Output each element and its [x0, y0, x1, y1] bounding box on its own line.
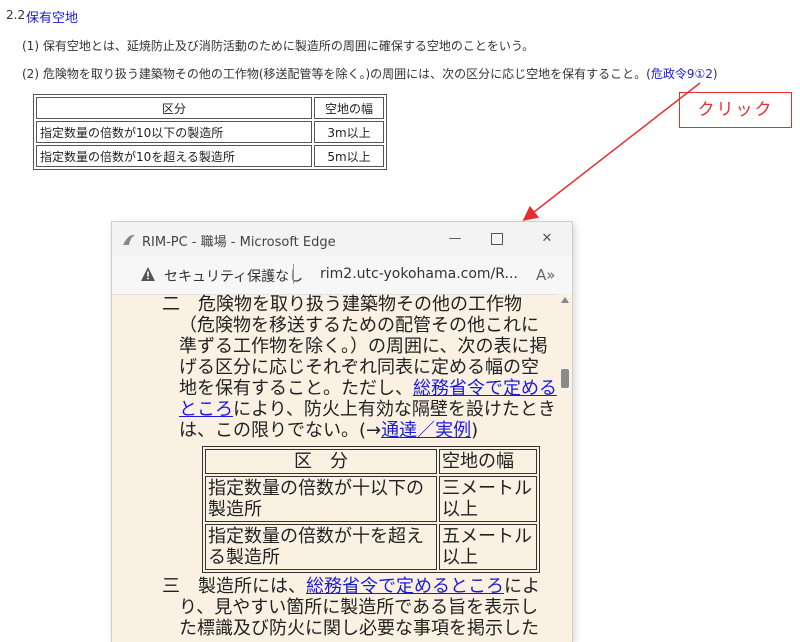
ministerial-ordinance-link[interactable]: 総務省令で定めるところ [306, 576, 504, 597]
item2-line: は、この限りでない。(→通達／実例) [179, 420, 478, 441]
table-cell: 指定数量の倍数が十以下の製造所 [205, 476, 437, 522]
warning-icon[interactable] [140, 266, 156, 282]
content-scrollbar[interactable] [558, 294, 572, 642]
window-title: RIM-PC - 職場 - Microsoft Edge [142, 235, 336, 250]
ministerial-ordinance-link[interactable]: 総務省令で定める [413, 378, 557, 399]
item2-text: により、防火上有効な隔壁を設けたとき [233, 399, 556, 420]
read-aloud-icon[interactable]: A» [536, 266, 555, 284]
maximize-button[interactable] [486, 228, 508, 250]
item3-text: 三 製造所には、 [162, 576, 306, 597]
table-row: 指定数量の倍数が十を超える製造所 五メートル以上 [205, 524, 537, 570]
item2-line: 二 危険物を取り扱う建築物その他の工作物 [162, 294, 522, 315]
table-cell-text: 五メートル以上 [442, 526, 532, 568]
minimize-button[interactable]: — [444, 228, 466, 250]
address-bar: セキュリティ保護なし rim2.utc-yokohama.com/R... A» [112, 256, 572, 295]
item2-line: ところにより、防火上有効な隔壁を設けたとき [179, 399, 556, 420]
table-cell: 三メートル以上 [439, 476, 537, 522]
address-separator [293, 264, 294, 284]
url-field[interactable]: rim2.utc-yokohama.com/R... [320, 266, 518, 282]
table-cell: 指定数量の倍数が十を超える製造所 [205, 524, 437, 570]
item3-line: り、見やすい箇所に製造所である旨を表示し [179, 597, 539, 618]
item2-text: は、この限りでない。(→ [179, 420, 382, 441]
security-status[interactable]: セキュリティ保護なし [164, 266, 303, 286]
table-header-cell: 空地の幅 [439, 449, 537, 474]
edge-app-icon [123, 234, 135, 245]
table-cell-text: 指定数量の倍数が十以下の製造所 [208, 478, 424, 520]
table-header-cell: 区 分 [205, 449, 437, 474]
scroll-up-arrow-icon[interactable] [561, 297, 569, 303]
browser-popup-window: RIM-PC - 職場 - Microsoft Edge — ✕ セキュリティ保… [112, 222, 572, 642]
scroll-thumb[interactable] [561, 369, 569, 388]
item2-text: 地を保有すること。ただし、 [179, 378, 413, 399]
maximize-icon [491, 232, 503, 245]
item3-text: によ [504, 576, 540, 597]
item3-line: 三 製造所には、総務省令で定めるところによ [162, 576, 540, 597]
law-text-content: 二 危険物を取り扱う建築物その他の工作物 （危険物を移送するための配管その他これ… [112, 294, 558, 642]
law-clearance-table: 区 分 空地の幅 指定数量の倍数が十以下の製造所 三メートル以上 指定数量の倍数… [202, 446, 540, 573]
ministerial-ordinance-link[interactable]: ところ [179, 399, 233, 420]
table-header-row: 区 分 空地の幅 [205, 449, 537, 474]
close-button[interactable]: ✕ [536, 228, 558, 250]
window-titlebar: RIM-PC - 職場 - Microsoft Edge — ✕ [112, 222, 572, 256]
table-cell-text: 指定数量の倍数が十を超える製造所 [208, 526, 424, 568]
item2-line: （危険物を移送するための配管その他これに [179, 315, 539, 336]
item2-line: 地を保有すること。ただし、総務省令で定める [179, 378, 557, 399]
table-row: 指定数量の倍数が十以下の製造所 三メートル以上 [205, 476, 537, 522]
notice-example-link[interactable]: 通達／実例 [381, 420, 471, 441]
item3-line: た標識及び防火に関し必要な事項を掲示した [179, 618, 539, 639]
item2-line: げる区分に応じそれぞれ同表に定める幅の空 [179, 357, 539, 378]
table-cell-text: 三メートル以上 [442, 478, 532, 520]
item2-line: 準ずる工作物を除く。）の周囲に、次の表に掲 [179, 336, 548, 357]
item2-text: ) [471, 420, 479, 441]
table-cell: 五メートル以上 [439, 524, 537, 570]
